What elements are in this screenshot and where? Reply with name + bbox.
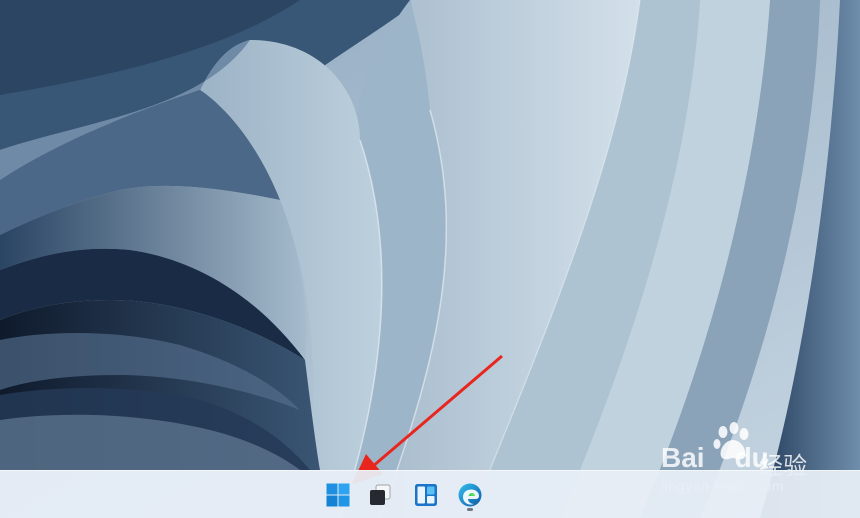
widgets-icon [415, 484, 437, 506]
task-view-icon [370, 484, 391, 505]
windows-start-icon [326, 483, 350, 507]
wallpaper [0, 0, 860, 518]
desktop: Baidu 经验 jingyan.baidu.com [0, 0, 860, 518]
active-indicator [467, 508, 473, 511]
start-button[interactable] [320, 477, 356, 513]
widgets-button[interactable] [408, 477, 444, 513]
edge-icon [458, 483, 482, 507]
taskbar [0, 470, 860, 518]
edge-button[interactable] [452, 477, 488, 513]
task-view-button[interactable] [362, 477, 398, 513]
